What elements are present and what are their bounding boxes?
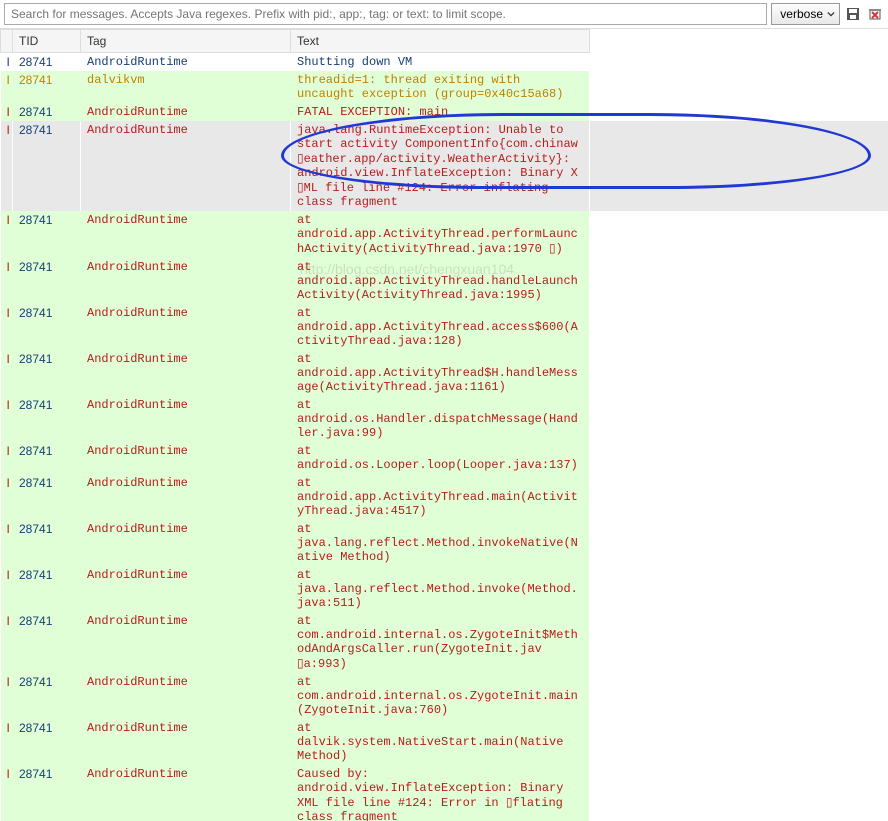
- cell-tag: AndroidRuntime: [81, 396, 291, 442]
- cell-tag: dalvikvm: [81, 71, 291, 103]
- table-row[interactable]: I28741AndroidRuntimeat android.os.Handle…: [1, 396, 888, 442]
- log-level-dropdown[interactable]: verbose: [771, 3, 840, 25]
- cell-text: threadid=1: thread exiting with uncaught…: [291, 71, 590, 103]
- log-table: TID Tag Text I28741AndroidRuntimeShuttin…: [0, 29, 888, 821]
- toolbar: verbose: [0, 0, 888, 29]
- table-row[interactable]: I28741AndroidRuntimeat android.app.Activ…: [1, 350, 888, 396]
- cell-tid: 28741: [13, 211, 81, 258]
- cell-tid: 28741: [13, 566, 81, 612]
- cell-level: I: [1, 121, 13, 211]
- cell-tid: 28741: [13, 765, 81, 821]
- cell-tag: AndroidRuntime: [81, 673, 291, 719]
- cell-tid: 28741: [13, 442, 81, 474]
- cell-tid: 28741: [13, 520, 81, 566]
- cell-level: I: [1, 673, 13, 719]
- search-input[interactable]: [4, 3, 767, 25]
- cell-level: I: [1, 442, 13, 474]
- table-header-row: TID Tag Text: [1, 30, 888, 53]
- cell-text: at android.app.ActivityThread.handleLaun…: [291, 258, 590, 304]
- cell-level: I: [1, 304, 13, 350]
- table-row[interactable]: I28741AndroidRuntimeat android.app.Activ…: [1, 211, 888, 258]
- table-row[interactable]: I28741AndroidRuntimeFATAL EXCEPTION: mai…: [1, 103, 888, 121]
- cell-level: I: [1, 103, 13, 121]
- cell-text: java.lang.RuntimeException: Unable to st…: [291, 121, 590, 211]
- cell-text: at com.android.internal.os.ZygoteInit$Me…: [291, 612, 590, 673]
- cell-text: Shutting down VM: [291, 53, 590, 72]
- table-row[interactable]: I28741AndroidRuntimeCaused by: android.v…: [1, 765, 888, 821]
- chevron-down-icon: [827, 10, 835, 18]
- cell-text: at android.app.ActivityThread.main(Activ…: [291, 474, 590, 520]
- table-row[interactable]: I28741AndroidRuntimeat java.lang.reflect…: [1, 520, 888, 566]
- cell-tid: 28741: [13, 396, 81, 442]
- table-row[interactable]: I28741AndroidRuntimeat java.lang.reflect…: [1, 566, 888, 612]
- cell-text: at android.app.ActivityThread$H.handleMe…: [291, 350, 590, 396]
- cell-text: at android.app.ActivityThread.performLau…: [291, 211, 590, 258]
- cell-tid: 28741: [13, 612, 81, 673]
- table-row[interactable]: I28741AndroidRuntimeat com.android.inter…: [1, 673, 888, 719]
- col-text[interactable]: Text: [291, 30, 590, 53]
- cell-tid: 28741: [13, 719, 81, 765]
- cell-tag: AndroidRuntime: [81, 474, 291, 520]
- cell-tid: 28741: [13, 71, 81, 103]
- cell-text: at com.android.internal.os.ZygoteInit.ma…: [291, 673, 590, 719]
- cell-text: at android.os.Handler.dispatchMessage(Ha…: [291, 396, 590, 442]
- table-row[interactable]: I28741AndroidRuntimeat dalvik.system.Nat…: [1, 719, 888, 765]
- cell-tid: 28741: [13, 121, 81, 211]
- cell-tag: AndroidRuntime: [81, 566, 291, 612]
- cell-tid: 28741: [13, 673, 81, 719]
- cell-tid: 28741: [13, 474, 81, 520]
- cell-level: I: [1, 53, 13, 72]
- table-row[interactable]: I28741AndroidRuntimeat com.android.inter…: [1, 612, 888, 673]
- cell-tag: AndroidRuntime: [81, 350, 291, 396]
- table-row[interactable]: I28741AndroidRuntimejava.lang.RuntimeExc…: [1, 121, 888, 211]
- cell-level: I: [1, 396, 13, 442]
- dropdown-value: verbose: [780, 7, 823, 21]
- cell-text: at android.os.Looper.loop(Looper.java:13…: [291, 442, 590, 474]
- col-tag[interactable]: Tag: [81, 30, 291, 53]
- table-row[interactable]: I28741AndroidRuntimeat android.app.Activ…: [1, 474, 888, 520]
- save-icon[interactable]: [844, 5, 862, 23]
- table-row[interactable]: I28741AndroidRuntimeat android.app.Activ…: [1, 304, 888, 350]
- cell-text: at android.app.ActivityThread.access$600…: [291, 304, 590, 350]
- col-tid[interactable]: TID: [13, 30, 81, 53]
- cell-level: I: [1, 350, 13, 396]
- cell-tid: 28741: [13, 304, 81, 350]
- cell-text: FATAL EXCEPTION: main: [291, 103, 590, 121]
- cell-level: I: [1, 566, 13, 612]
- cell-level: I: [1, 71, 13, 103]
- cell-tag: AndroidRuntime: [81, 121, 291, 211]
- cell-level: I: [1, 765, 13, 821]
- cell-tid: 28741: [13, 350, 81, 396]
- cell-level: I: [1, 474, 13, 520]
- cell-tag: AndroidRuntime: [81, 520, 291, 566]
- cell-tag: AndroidRuntime: [81, 442, 291, 474]
- table-row[interactable]: I28741AndroidRuntimeat android.os.Looper…: [1, 442, 888, 474]
- cell-level: I: [1, 258, 13, 304]
- cell-tag: AndroidRuntime: [81, 258, 291, 304]
- cell-text: Caused by: android.view.InflateException…: [291, 765, 590, 821]
- cell-text: at java.lang.reflect.Method.invoke(Metho…: [291, 566, 590, 612]
- col-level[interactable]: [1, 30, 13, 53]
- cell-text: at java.lang.reflect.Method.invokeNative…: [291, 520, 590, 566]
- cell-tid: 28741: [13, 53, 81, 72]
- cell-text: at dalvik.system.NativeStart.main(Native…: [291, 719, 590, 765]
- cell-tid: 28741: [13, 258, 81, 304]
- cell-tag: AndroidRuntime: [81, 211, 291, 258]
- cell-tag: AndroidRuntime: [81, 612, 291, 673]
- cell-tag: AndroidRuntime: [81, 103, 291, 121]
- cell-level: I: [1, 612, 13, 673]
- table-row[interactable]: I28741dalvikvmthreadid=1: thread exiting…: [1, 71, 888, 103]
- cell-level: I: [1, 719, 13, 765]
- cell-tag: AndroidRuntime: [81, 304, 291, 350]
- cell-level: I: [1, 520, 13, 566]
- cell-tag: AndroidRuntime: [81, 53, 291, 72]
- table-row[interactable]: I28741AndroidRuntimeShutting down VM: [1, 53, 888, 72]
- cell-tag: AndroidRuntime: [81, 719, 291, 765]
- cell-tid: 28741: [13, 103, 81, 121]
- clear-log-icon[interactable]: [866, 5, 884, 23]
- table-row[interactable]: I28741AndroidRuntimeat android.app.Activ…: [1, 258, 888, 304]
- cell-level: I: [1, 211, 13, 258]
- cell-tag: AndroidRuntime: [81, 765, 291, 821]
